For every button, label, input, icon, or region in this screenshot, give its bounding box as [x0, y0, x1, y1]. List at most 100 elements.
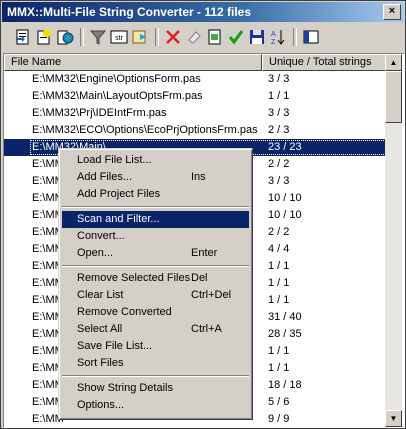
menu-item-options[interactable]: Options... [62, 397, 249, 414]
add-files-icon [37, 29, 51, 45]
strings-count-cell: 10 / 10 [268, 192, 302, 204]
menu-item-remove-selected-files[interactable]: Remove Selected Files Del [62, 270, 249, 287]
scroll-down-button[interactable]: ▼ [385, 410, 402, 427]
menu-item-label: Convert... [77, 230, 125, 242]
strings-count-cell: 3 / 3 [268, 175, 290, 187]
menu-item-label: Load File List... [77, 154, 152, 166]
menu-item-label: Open... [77, 247, 114, 259]
strings-count-cell: 1 / 1 [268, 260, 290, 272]
strings-count-cell: 28 / 35 [268, 328, 302, 340]
menu-item-shortcut: Ctrl+Del [191, 289, 232, 301]
menu-item-add-files[interactable]: Add Files... Ins [62, 169, 249, 186]
close-button[interactable]: × [383, 4, 401, 20]
new-list-icon [16, 29, 29, 45]
menu-item-label: Remove Selected Files [77, 272, 191, 284]
toolbar-separator [80, 28, 84, 46]
menu-item-show-string-details[interactable]: Show String Details [62, 380, 249, 397]
filter-button[interactable] [88, 27, 108, 47]
convert-button[interactable] [205, 27, 225, 47]
delete-icon [166, 30, 180, 44]
menu-item-label: Show String Details [77, 382, 173, 394]
filter-icon [89, 30, 107, 45]
sort-icon: AZ [271, 30, 285, 46]
add-project-button[interactable] [55, 27, 75, 47]
convert-icon [208, 29, 221, 45]
menu-item-label: Remove Converted [77, 306, 172, 318]
details-icon [303, 30, 319, 44]
strings-count-cell: 31 / 40 [268, 311, 302, 323]
menu-item-clear-list[interactable]: Clear List Ctrl+Del [62, 287, 249, 304]
scroll-up-button[interactable]: ▲ [385, 54, 402, 71]
strings-count-cell: 1 / 1 [268, 294, 290, 306]
menu-item-select-all[interactable]: Select All Ctrl+A [62, 321, 249, 338]
save-button[interactable] [247, 27, 267, 47]
file-name-cell: E:\MM32\ECO\Options\EcoPrjOptionsFrm.pas [32, 124, 258, 136]
column-header-strings[interactable]: Unique / Total strings [262, 54, 386, 71]
str-icon-text: str [115, 35, 123, 42]
table-row[interactable]: E:\MM32\Engine\OptionsForm.pas 3 / 3 [4, 71, 386, 88]
strings-button[interactable]: str [109, 27, 129, 47]
menu-item-label: Options... [77, 399, 125, 411]
column-header-file-name[interactable]: File Name [4, 54, 262, 71]
check-button[interactable] [226, 27, 246, 47]
str-icon: str [110, 30, 128, 44]
menu-item-label: Sort Files [77, 357, 124, 369]
scan-icon [132, 30, 146, 44]
menu-item-label: Add Files... [77, 171, 133, 183]
file-name-cell: E:\MM32\Engine\OptionsForm.pas [32, 73, 201, 85]
strings-count-cell: 10 / 10 [268, 209, 302, 221]
table-row[interactable]: E:\MM32\Main\LayoutOptsFrm.pas 1 / 1 [4, 88, 386, 105]
menu-separator [62, 206, 249, 208]
menu-item-remove-converted[interactable]: Remove Converted [62, 304, 249, 321]
new-list-button[interactable] [13, 27, 33, 47]
menu-item-scan-and-filter[interactable]: Scan and Filter... [62, 211, 249, 228]
title-bar[interactable]: MMX::Multi-File String Converter - 112 f… [2, 2, 404, 22]
scroll-thumb[interactable] [385, 71, 402, 123]
menu-separator [62, 375, 249, 377]
menu-item-load-file-list[interactable]: Load File List... [62, 152, 249, 169]
table-row[interactable]: E:\MM32\ECO\Options\EcoPrjOptionsFrm.pas… [4, 122, 386, 139]
sort-button[interactable]: AZ [268, 27, 288, 47]
strings-count-cell: 3 / 3 [268, 107, 290, 119]
menu-item-label: Select All [77, 323, 123, 335]
menu-item-label: Scan and Filter... [77, 213, 160, 225]
menu-item-shortcut: Ctrl+A [191, 323, 222, 335]
menu-item-open[interactable]: Open... Enter [62, 245, 249, 262]
svg-text:A: A [271, 31, 276, 38]
delete-button[interactable] [163, 27, 183, 47]
strings-count-cell: 1 / 1 [268, 277, 290, 289]
main-window: MMX::Multi-File String Converter - 112 f… [0, 0, 406, 429]
add-files-button[interactable] [34, 27, 54, 47]
menu-item-sort-files[interactable]: Sort Files [62, 355, 249, 372]
toolbar: str AZ [3, 25, 403, 51]
strings-count-cell: 2 / 2 [268, 226, 290, 238]
menu-item-convert[interactable]: Convert... [62, 228, 249, 245]
details-button[interactable] [301, 27, 321, 47]
strings-count-cell: 23 / 23 [268, 141, 302, 153]
toolbar-separator [293, 28, 297, 46]
clear-icon [188, 31, 201, 44]
table-row[interactable]: E:\MM32\Prj\IDEIntFrm.pas 3 / 3 [4, 105, 386, 122]
strings-count-cell: 9 / 9 [268, 413, 290, 425]
menu-item-save-file-list[interactable]: Save File List... [62, 338, 249, 355]
menu-item-shortcut: Enter [191, 247, 218, 259]
menu-item-shortcut: Del [191, 272, 208, 284]
file-name-cell: E:\MM32\Main\LayoutOptsFrm.pas [32, 90, 203, 102]
save-icon [250, 30, 264, 44]
toolbar-separator [155, 28, 159, 46]
strings-count-cell: 18 / 18 [268, 379, 302, 391]
strings-count-cell: 5 / 6 [268, 396, 290, 408]
strings-count-cell: 4 / 4 [268, 243, 290, 255]
svg-text:Z: Z [271, 39, 276, 46]
window-title: MMX::Multi-File String Converter - 112 f… [7, 5, 252, 19]
vertical-scrollbar[interactable]: ▲ ▼ [385, 54, 402, 427]
clear-button[interactable] [184, 27, 204, 47]
scan-button[interactable] [130, 27, 150, 47]
file-name-cell: E:\MM32\Prj\IDEIntFrm.pas [32, 107, 167, 119]
strings-count-cell: 1 / 1 [268, 345, 290, 357]
menu-separator [62, 265, 249, 267]
strings-count-cell: 2 / 3 [268, 124, 290, 136]
strings-count-cell: 2 / 2 [268, 158, 290, 170]
strings-count-cell: 1 / 1 [268, 90, 290, 102]
menu-item-add-project-files[interactable]: Add Project Files [62, 186, 249, 203]
